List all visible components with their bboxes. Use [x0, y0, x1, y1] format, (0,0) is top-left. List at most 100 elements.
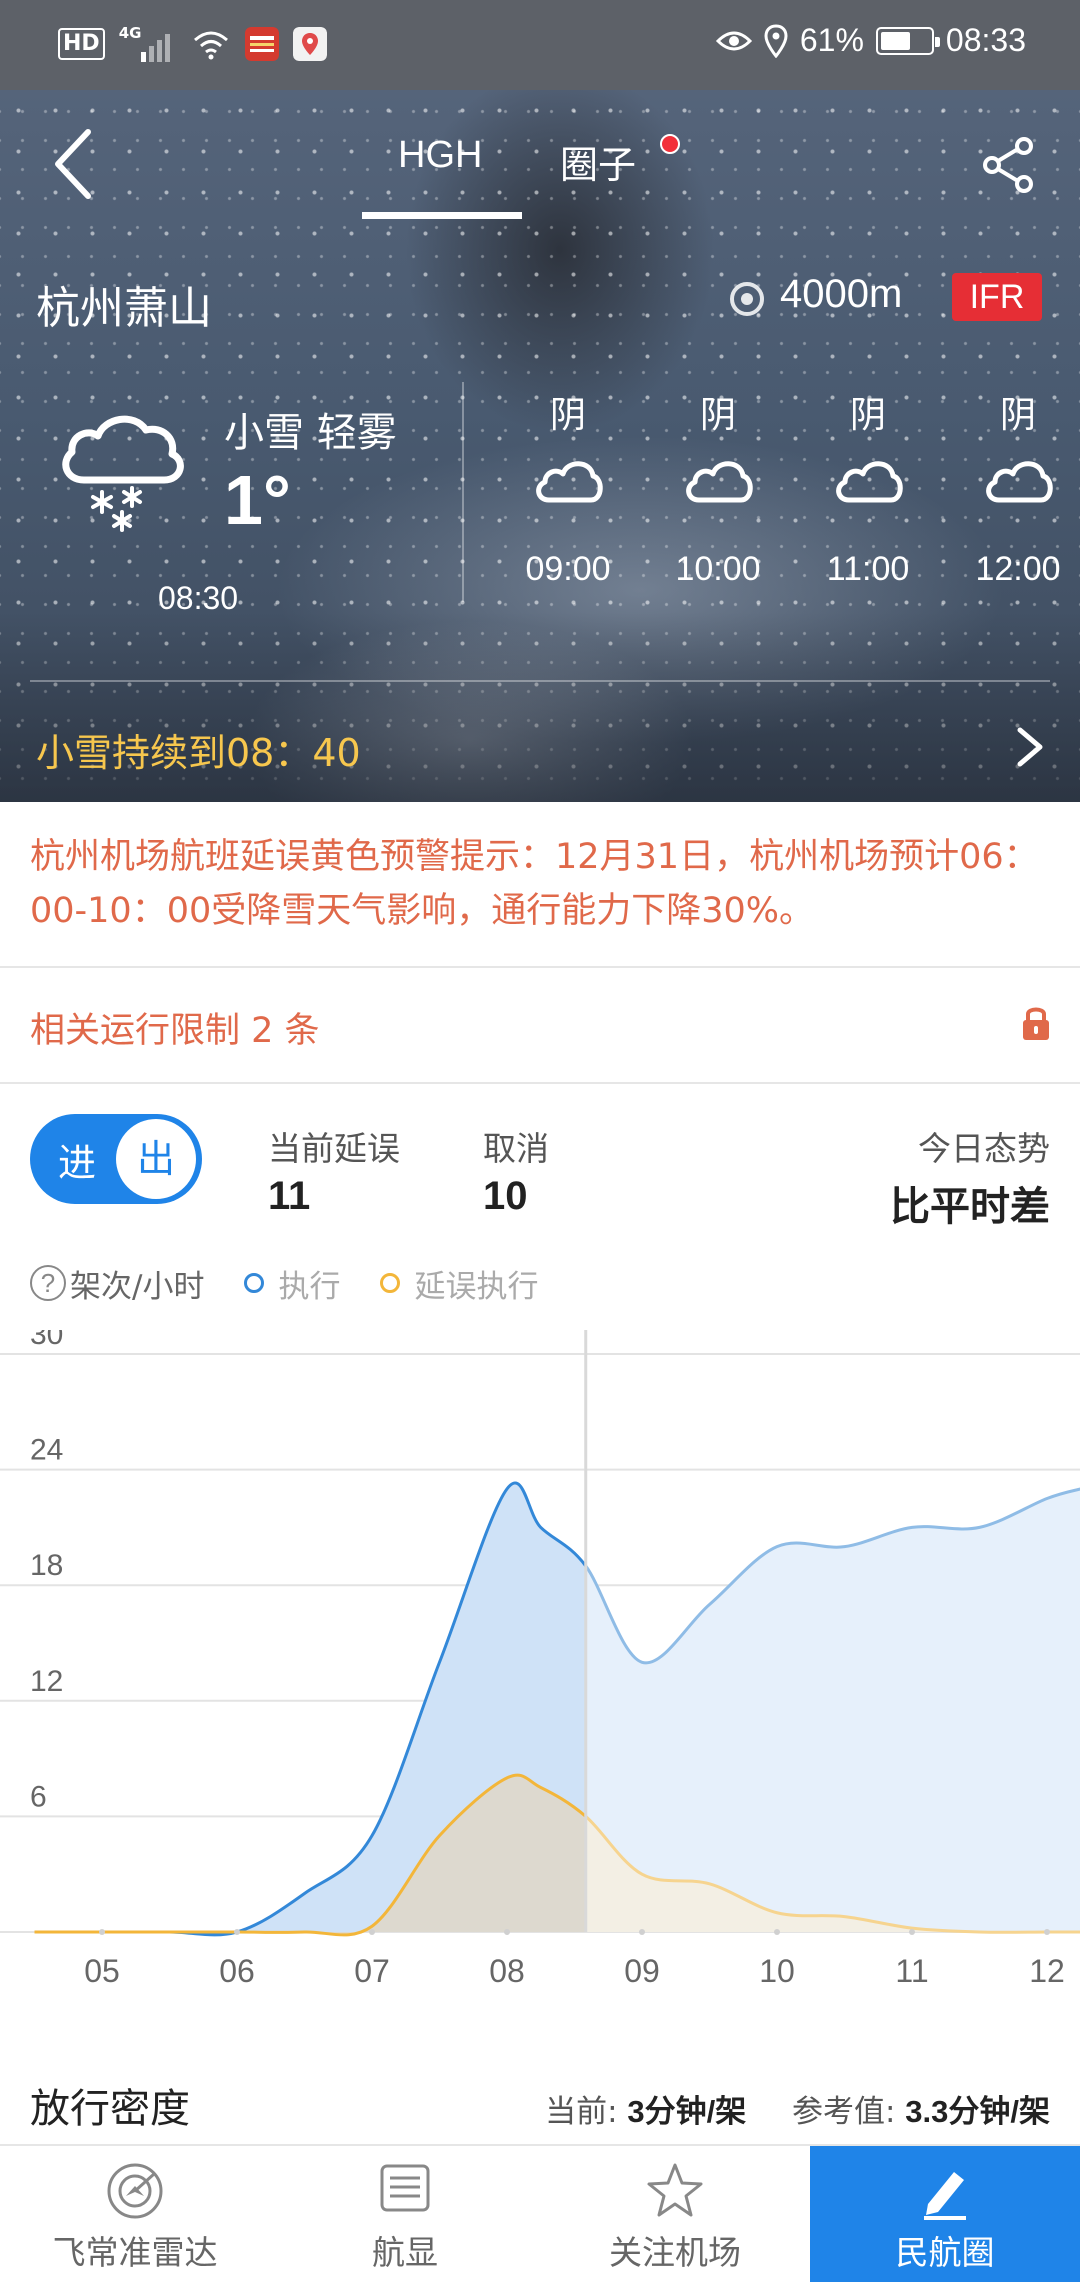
radar-icon — [104, 2160, 166, 2222]
x-tick-dot — [504, 1929, 510, 1935]
toutiao-app-icon — [245, 27, 279, 61]
forecast-condition: 阴 — [648, 386, 788, 442]
delay-alert-text: 杭州机场航班延误黄色预警提示：12月31日，杭州机场预计06：00-10：00受… — [30, 830, 1060, 938]
wifi-icon — [191, 26, 231, 62]
restrictions-link[interactable]: 相关运行限制 2 条 — [30, 1002, 320, 1053]
in-out-toggle[interactable]: 进 出 — [30, 1114, 202, 1204]
legend-marker-executed — [244, 1273, 264, 1293]
density-current-label: 当前: — [545, 2094, 617, 2130]
x-tick-dot — [774, 1929, 780, 1935]
x-tick-dot — [639, 1929, 645, 1935]
nav-aviation-circle[interactable]: 民航圈 — [810, 2146, 1080, 2282]
x-tick-label: 05 — [84, 1953, 120, 1989]
trend-value: 比平时差 — [890, 1174, 1050, 1232]
current-temperature: 1° — [224, 460, 291, 540]
legend-executed: 执行 — [278, 1261, 340, 1306]
visibility-value: 4000m — [780, 272, 902, 317]
x-tick-label: 12 — [1029, 1953, 1065, 1989]
x-tick-label: 11 — [895, 1953, 928, 1989]
y-tick-label: 30 — [30, 1330, 63, 1351]
x-tick-dot — [99, 1929, 105, 1935]
today-trend: 今日态势 比平时差 — [890, 1122, 1050, 1232]
forecast-time: 10:00 — [648, 550, 788, 589]
hd-indicator: HD — [58, 28, 105, 60]
density-ref-value: 3.3分钟/架 — [905, 2094, 1050, 2129]
forecast-condition: 阴 — [798, 386, 938, 442]
forecast-time: 12:00 — [948, 550, 1080, 589]
nav-label: 民航圈 — [810, 2226, 1080, 2274]
release-density-values: 当前: 3分钟/架 参考值: 3.3分钟/架 — [545, 2086, 1050, 2131]
active-tab-indicator — [362, 212, 522, 219]
airport-city: 杭州萧山 — [36, 272, 212, 336]
visibility-eye-icon — [726, 278, 768, 320]
forecast-condition: 阴 — [498, 386, 638, 442]
divider — [0, 966, 1080, 968]
signal-icon: 4G — [119, 24, 177, 64]
cloudy-icon — [533, 452, 603, 508]
nav-label: 飞常准雷达 — [0, 2226, 270, 2274]
notification-dot — [660, 134, 680, 154]
nav-watched-airports[interactable]: 关注机场 — [540, 2146, 810, 2282]
flight-rule-badge: IFR — [952, 273, 1042, 321]
hero-divider — [462, 382, 464, 602]
x-tick-label: 07 — [354, 1953, 390, 1989]
clock: 08:33 — [946, 22, 1026, 59]
status-bar-right: 61% 08:33 — [716, 22, 1026, 59]
status-bar: HD 4G 61% 08:33 — [0, 0, 1080, 90]
toggle-out-knob[interactable]: 出 — [116, 1119, 196, 1199]
cancel-stat: 取消 10 — [483, 1122, 549, 1219]
stat-label: 取消 — [483, 1122, 549, 1170]
forecast-time: 09:00 — [498, 550, 638, 589]
x-tick-label: 06 — [219, 1953, 255, 1989]
x-tick-dot — [369, 1929, 375, 1935]
forecast-item: 阴 09:00 — [498, 386, 638, 589]
x-tick-label: 09 — [624, 1953, 660, 1989]
x-tick-dot — [909, 1929, 915, 1935]
snow-duration-message[interactable]: 小雪持续到08：40 — [36, 722, 361, 777]
x-tick-dot — [1044, 1929, 1050, 1935]
legend-delayed: 延误执行 — [414, 1261, 538, 1306]
density-current-value: 3分钟/架 — [627, 2094, 746, 2129]
legend-marker-delayed — [380, 1273, 400, 1293]
chevron-right-icon[interactable] — [1010, 722, 1050, 772]
observation-time: 08:30 — [158, 580, 238, 617]
toggle-in-label[interactable]: 进 — [58, 1132, 96, 1187]
nav-label: 关注机场 — [540, 2226, 810, 2274]
bottom-nav: 飞常准雷达 航显 关注机场 民航圈 — [0, 2144, 1080, 2280]
forecast-item: 阴 11:00 — [798, 386, 938, 589]
x-tick-label: 08 — [489, 1953, 525, 1989]
status-bar-left: HD 4G — [58, 24, 327, 64]
x-tick-label: 10 — [759, 1953, 795, 1989]
y-tick-label: 18 — [30, 1549, 63, 1582]
cloudy-icon — [833, 452, 903, 508]
star-icon — [644, 2160, 706, 2222]
trend-label: 今日态势 — [890, 1122, 1050, 1170]
current-delay-stat: 当前延误 11 — [268, 1122, 400, 1219]
snow-cloud-icon — [52, 400, 192, 540]
lock-icon — [1020, 1002, 1052, 1042]
battery-percent: 61% — [800, 22, 864, 59]
tab-hgh[interactable]: HGH — [398, 134, 482, 177]
forecast-item: 阴 12:00 — [948, 386, 1080, 589]
network-type: 4G — [119, 24, 142, 42]
divider — [0, 1082, 1080, 1084]
stat-label: 当前延误 — [268, 1122, 400, 1170]
x-tick-dot — [234, 1929, 240, 1935]
back-arrow-icon[interactable] — [48, 124, 104, 204]
hero-divider-horizontal — [30, 680, 1050, 682]
stat-value: 10 — [483, 1174, 549, 1219]
y-tick-label: 6 — [30, 1780, 47, 1813]
share-icon[interactable] — [982, 136, 1036, 194]
map-app-icon — [293, 27, 327, 61]
forecast-time: 11:00 — [798, 550, 938, 589]
cloudy-icon — [683, 452, 753, 508]
release-density-title: 放行密度 — [30, 2076, 190, 2134]
cloudy-icon — [983, 452, 1053, 508]
y-tick-label: 12 — [30, 1665, 63, 1698]
forecast-item: 阴 10:00 — [648, 386, 788, 589]
help-icon[interactable]: ? — [30, 1265, 66, 1301]
chart-unit: 架次/小时 — [70, 1261, 204, 1306]
tab-circle[interactable]: 圈子 — [560, 134, 636, 189]
nav-radar[interactable]: 飞常准雷达 — [0, 2146, 270, 2282]
nav-flight-board[interactable]: 航显 — [270, 2146, 540, 2282]
